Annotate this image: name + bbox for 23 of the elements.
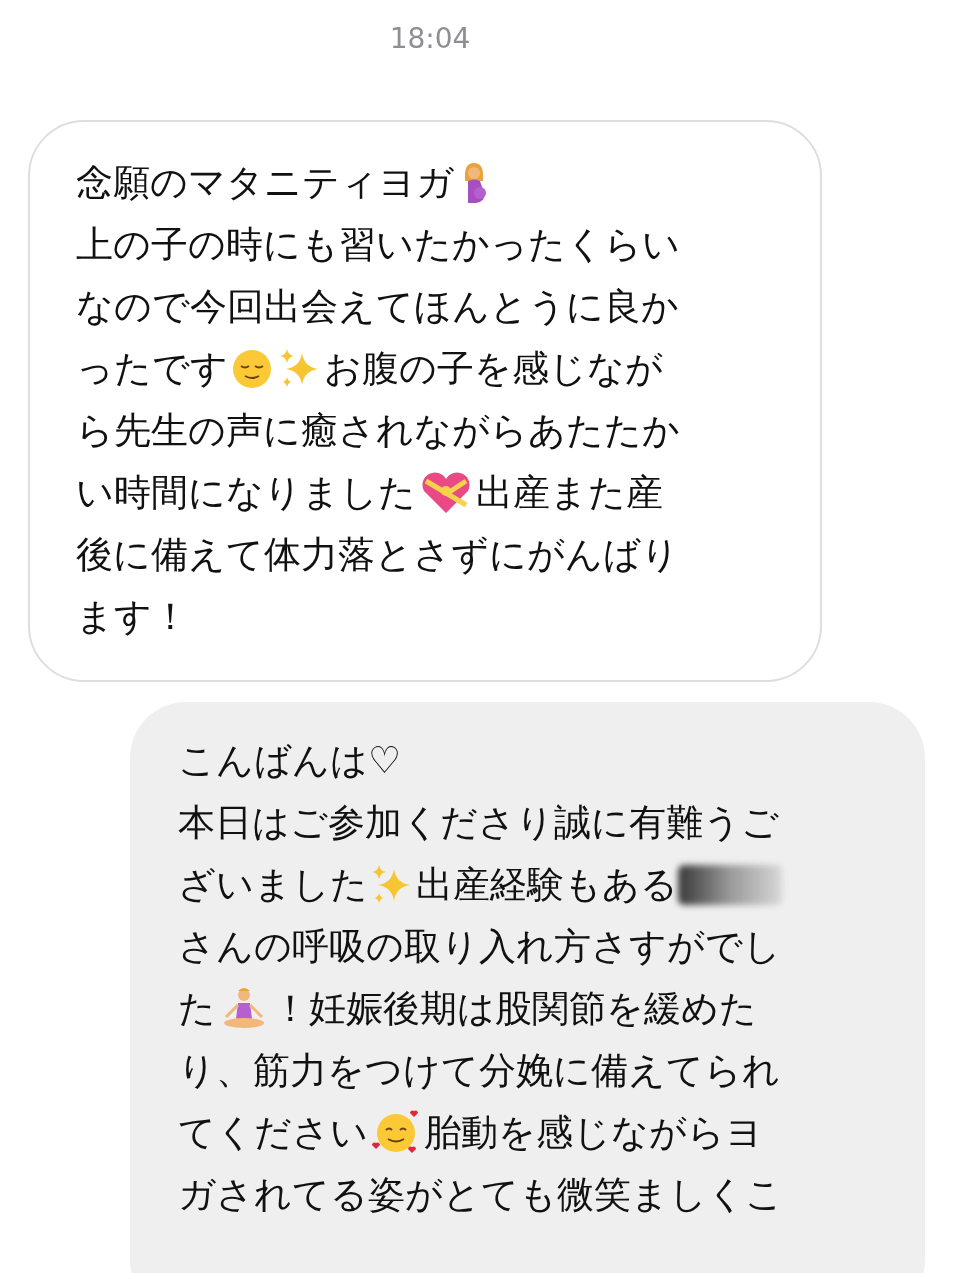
message-text: お腹の子を感じなが bbox=[324, 346, 663, 393]
message-text: 上の子の時にも習いたかったくらい bbox=[76, 222, 680, 269]
message-text: ！妊娠後期は股関節を緩めた bbox=[272, 986, 757, 1033]
message-text: 後に備えて体力落とさずにがんばり bbox=[76, 532, 679, 579]
timestamp: 18:04 bbox=[389, 21, 471, 57]
message-text: 念願のマタニティヨガ bbox=[76, 160, 454, 207]
message-text: 本日はご参加くださり誠に有難うご bbox=[178, 800, 779, 847]
message-text: 胎動を感じながらヨ bbox=[424, 1110, 763, 1157]
message-text: い時間になりました bbox=[76, 470, 416, 517]
smiling-face-icon bbox=[230, 347, 274, 391]
message-text: 出産また産 bbox=[476, 470, 663, 517]
message-text: ます！ bbox=[76, 594, 189, 641]
message-text: ら先生の声に癒されながらあたたか bbox=[76, 408, 680, 455]
message-text: ガされてる姿がとても微笑ましくこ bbox=[178, 1172, 783, 1219]
message-text: た bbox=[178, 986, 216, 1033]
message-text: てください bbox=[178, 1110, 368, 1157]
message-text: ったです bbox=[76, 346, 228, 393]
message-text: こんばんは♡ bbox=[178, 738, 402, 785]
message-text: 出産経験もある bbox=[416, 862, 678, 909]
message-text: さんの呼吸の取り入れ方さすがでし bbox=[178, 924, 781, 971]
message-text: ざいました bbox=[178, 862, 368, 909]
message-text: り、筋力をつけて分娩に備えてられ bbox=[178, 1048, 780, 1095]
message-text: なので今回出会えてほんとうに良か bbox=[76, 284, 679, 331]
